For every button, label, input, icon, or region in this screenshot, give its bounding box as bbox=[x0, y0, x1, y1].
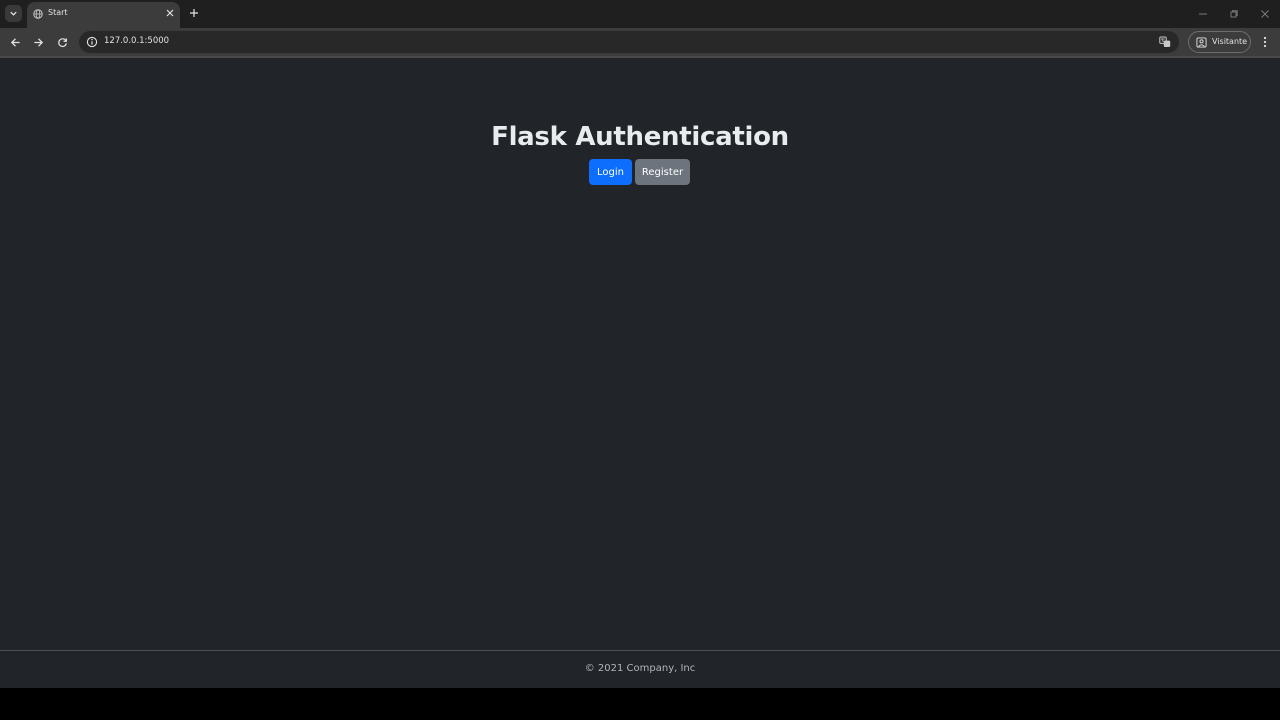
tab-title: Start bbox=[48, 8, 68, 17]
register-button[interactable]: Register bbox=[635, 159, 690, 185]
close-icon bbox=[166, 9, 174, 17]
close-icon bbox=[1261, 10, 1269, 18]
address-bar[interactable]: 127.0.0.1:5000 bbox=[79, 31, 1179, 53]
profile-icon bbox=[1196, 37, 1207, 48]
back-button[interactable] bbox=[8, 35, 22, 49]
chevron-down-icon bbox=[10, 11, 17, 16]
reload-icon bbox=[57, 37, 67, 47]
minimize-icon bbox=[1199, 13, 1207, 15]
info-icon[interactable] bbox=[86, 36, 98, 48]
translate-icon[interactable] bbox=[1159, 36, 1171, 48]
kebab-menu-icon bbox=[1263, 36, 1267, 48]
browser-window: Start 127.0.0.1:5000 Visitante Flask Aut… bbox=[0, 0, 1280, 688]
new-tab-button[interactable] bbox=[188, 7, 200, 19]
reload-button[interactable] bbox=[55, 35, 69, 49]
footer-divider bbox=[0, 650, 1280, 651]
browser-toolbar: 127.0.0.1:5000 Visitante bbox=[0, 28, 1280, 56]
tab-close-button[interactable] bbox=[165, 8, 175, 18]
tab-start[interactable]: Start bbox=[27, 2, 180, 28]
restore-icon bbox=[1230, 10, 1238, 18]
profile-button[interactable]: Visitante bbox=[1188, 31, 1251, 53]
restore-button[interactable] bbox=[1228, 8, 1240, 20]
page-title: Flask Authentication bbox=[491, 122, 789, 152]
footer-copyright: © 2021 Company, Inc bbox=[584, 663, 696, 674]
minimize-button[interactable] bbox=[1197, 8, 1209, 20]
profile-label: Visitante bbox=[1212, 37, 1248, 46]
browser-menu-button[interactable] bbox=[1259, 35, 1271, 49]
auth-button-group: Login Register bbox=[589, 159, 690, 185]
arrow-left-icon bbox=[10, 37, 20, 47]
address-url: 127.0.0.1:5000 bbox=[104, 36, 170, 46]
page-content: Flask Authentication Login Register © 20… bbox=[0, 58, 1280, 688]
plus-icon bbox=[190, 9, 198, 17]
tab-strip: Start bbox=[0, 0, 1280, 28]
forward-button[interactable] bbox=[31, 35, 45, 49]
login-button[interactable]: Login bbox=[589, 159, 632, 185]
window-close-button[interactable] bbox=[1259, 8, 1271, 20]
arrow-right-icon bbox=[33, 37, 43, 47]
tab-search-button[interactable] bbox=[5, 5, 22, 22]
globe-icon bbox=[33, 9, 43, 19]
